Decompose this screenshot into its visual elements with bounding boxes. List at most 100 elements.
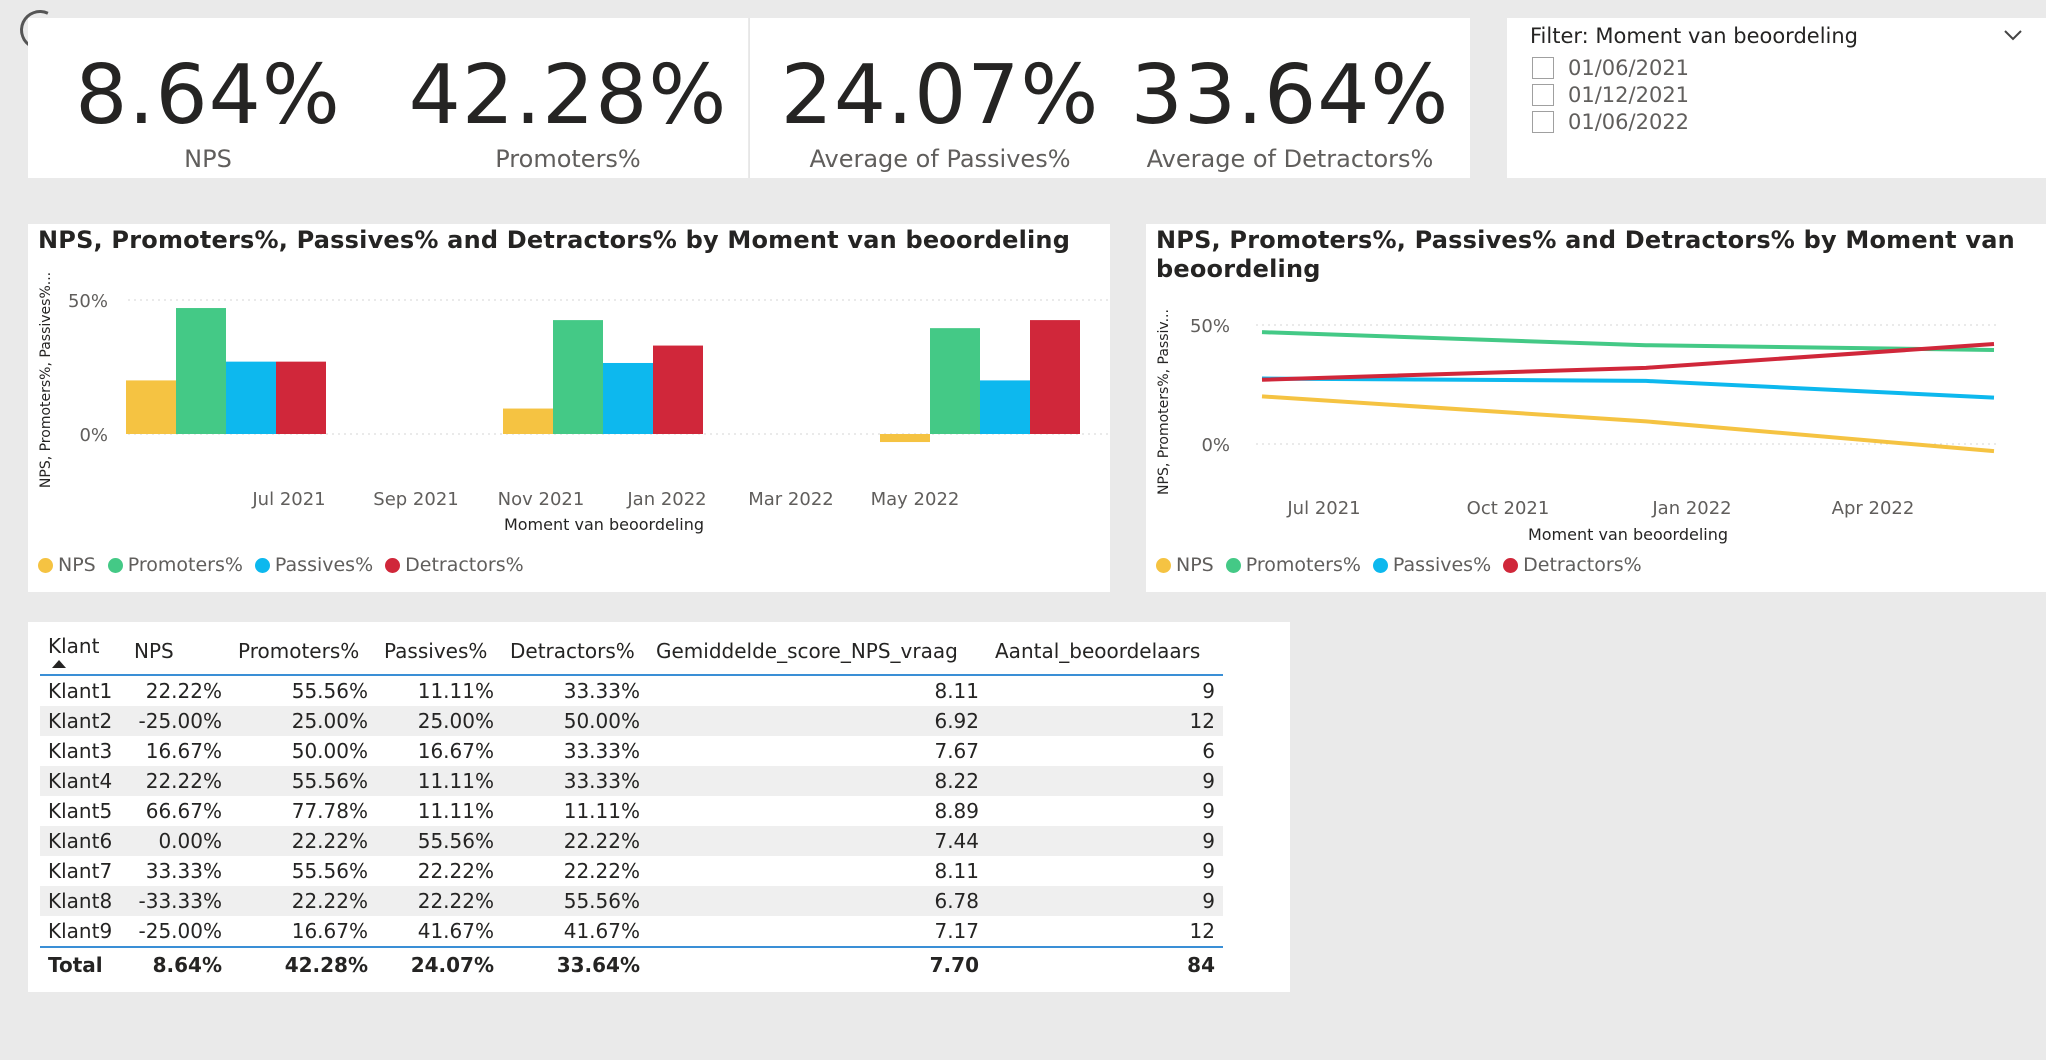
bar-detractors[interactable] bbox=[653, 345, 703, 434]
table-cell: 55.56% bbox=[502, 886, 648, 916]
kpi-value: 42.28% bbox=[408, 48, 728, 143]
table-cell: 9 bbox=[1202, 799, 1215, 823]
col-header-promoters[interactable]: Promoters% bbox=[230, 628, 376, 676]
filter-option-label: 01/06/2022 bbox=[1568, 110, 1690, 134]
table-cell: 16.67% bbox=[145, 739, 222, 763]
legend-item-detractors[interactable]: Detractors% bbox=[1503, 554, 1642, 576]
table-cell: 41.67% bbox=[417, 919, 494, 943]
y-tick-label: 50% bbox=[68, 291, 108, 312]
x-tick-label: Nov 2021 bbox=[498, 489, 585, 510]
legend-item-passives[interactable]: Passives% bbox=[1372, 554, 1491, 576]
table-cell: Klant1 bbox=[48, 679, 113, 703]
table-cell: 9 bbox=[987, 826, 1223, 856]
bar-passives[interactable] bbox=[603, 362, 653, 434]
legend-item-passives[interactable]: Passives% bbox=[254, 554, 373, 576]
table-cell: 84 bbox=[987, 946, 1223, 982]
filter-option[interactable]: 01/12/2021 bbox=[1532, 83, 1689, 107]
legend-item-promoters[interactable]: Promoters% bbox=[1225, 554, 1361, 576]
col-header-aantal-beoordelaars[interactable]: Aantal_beoordelaars bbox=[987, 628, 1223, 676]
table-cell: 77.78% bbox=[291, 799, 368, 823]
table-cell: 9 bbox=[1202, 859, 1215, 883]
table-cell: 6 bbox=[1202, 739, 1215, 763]
kpi-detractors[interactable]: 33.64% Average of Detractors% bbox=[1120, 55, 1460, 174]
bar-nps[interactable] bbox=[880, 434, 930, 443]
bar-promoters[interactable] bbox=[553, 320, 603, 434]
checkbox[interactable] bbox=[1532, 84, 1554, 106]
legend-item-promoters[interactable]: Promoters% bbox=[107, 554, 243, 576]
col-header-nps[interactable]: NPS bbox=[126, 628, 230, 676]
table-cell: 7.44 bbox=[648, 826, 987, 856]
legend-dot bbox=[38, 557, 53, 573]
line-chart[interactable]: 0% 50% NPS, Promoters%, Passiv... Jul 2021 O… bbox=[1146, 290, 2046, 550]
x-tick-label: Jul 2021 bbox=[251, 489, 325, 510]
table-cell: 6.78 bbox=[648, 886, 987, 916]
legend-item-nps[interactable]: NPS bbox=[38, 554, 96, 576]
bar-passives[interactable] bbox=[226, 361, 276, 434]
legend-label: Promoters% bbox=[1245, 554, 1361, 576]
checkbox[interactable] bbox=[1532, 111, 1554, 133]
bar-detractors[interactable] bbox=[1030, 320, 1080, 434]
table-row[interactable]: Klant1 22.22% 55.56% 11.11% 33.33% 8.11 9 bbox=[40, 675, 1223, 706]
x-tick-label: Jan 2022 bbox=[1651, 498, 1731, 519]
table-row[interactable]: Klant8 -33.33% 22.22% 22.22% 55.56% 6.78 9 bbox=[40, 886, 1223, 916]
kpi-label: NPS bbox=[184, 145, 232, 173]
bar-nps[interactable] bbox=[503, 408, 553, 434]
table-row[interactable]: Klant7 33.33% 55.56% 22.22% 22.22% 8.11 9 bbox=[40, 856, 1223, 886]
table-cell: 7.67 bbox=[934, 739, 979, 763]
bar-detractors[interactable] bbox=[276, 361, 326, 434]
chevron-down-icon[interactable] bbox=[2000, 22, 2026, 48]
kpi-value: 8.64% bbox=[75, 48, 341, 143]
table-row[interactable]: Klant9 -25.00% 16.67% 41.67% 41.67% 7.17 12 bbox=[40, 916, 1223, 947]
bar-chart-legend: NPS Promoters% Passives% Detractors% bbox=[38, 554, 524, 576]
bar-promoters[interactable] bbox=[176, 308, 226, 434]
table-row[interactable]: Klant3 16.67% 50.00% 16.67% 33.33% 7.67 6 bbox=[40, 736, 1223, 766]
line-nps[interactable] bbox=[1261, 394, 1995, 454]
col-header-detractors[interactable]: Detractors% bbox=[502, 628, 648, 676]
table-cell: 24.07% bbox=[376, 946, 502, 982]
legend-item-detractors[interactable]: Detractors% bbox=[385, 554, 524, 576]
table-cell: 9 bbox=[987, 766, 1223, 796]
legend-dot bbox=[1503, 557, 1519, 573]
filter-option-label: 01/06/2021 bbox=[1568, 56, 1690, 80]
table-row[interactable]: Klant4 22.22% 55.56% 11.11% 33.33% 8.22 9 bbox=[40, 766, 1223, 796]
table-cell: 50.00% bbox=[502, 706, 648, 736]
bar-chart[interactable]: 0% 50% NPS, Promoters%, Passives%... Jul 20… bbox=[28, 262, 1110, 562]
kpi-passives[interactable]: 24.07% Average of Passives% bbox=[770, 55, 1110, 174]
table-cell: 8.11 bbox=[934, 679, 979, 703]
filter-option[interactable]: 01/06/2021 bbox=[1532, 56, 1689, 80]
table-row[interactable]: Klant2 -25.00% 25.00% 25.00% 50.00% 6.92 12 bbox=[40, 706, 1223, 736]
y-tick-label: 50% bbox=[1190, 316, 1230, 337]
legend-item-nps[interactable]: NPS bbox=[1156, 554, 1214, 576]
col-header-passives[interactable]: Passives% bbox=[376, 628, 502, 676]
table-cell: 9 bbox=[1202, 679, 1215, 703]
bar-passives[interactable] bbox=[980, 380, 1030, 434]
table-cell: Klant2 bbox=[40, 706, 126, 736]
table-cell: 8.11 bbox=[934, 859, 979, 883]
kpi-label: Average of Detractors% bbox=[1146, 145, 1434, 173]
table-cell: 12 bbox=[1189, 919, 1215, 943]
table-cell: 22.22% bbox=[126, 766, 230, 796]
col-header-gemiddelde-score[interactable]: Gemiddelde_score_NPS_vraag bbox=[648, 628, 987, 676]
checkbox[interactable] bbox=[1532, 57, 1554, 79]
kpi-nps[interactable]: 8.64% NPS bbox=[48, 48, 368, 174]
bar-nps[interactable] bbox=[126, 380, 176, 434]
table-row[interactable]: Klant5 66.67% 77.78% 11.11% 11.11% 8.89 9 bbox=[40, 796, 1223, 826]
col-header-klant[interactable]: Klant bbox=[40, 628, 126, 676]
y-tick-label: 0% bbox=[79, 425, 108, 446]
table-header-row: Klant NPS Promoters% Passives% Detractor… bbox=[40, 628, 1223, 676]
table-cell: 66.67% bbox=[145, 799, 222, 823]
filter-option[interactable]: 01/06/2022 bbox=[1532, 110, 1689, 134]
legend-dot bbox=[107, 557, 123, 573]
table-cell: 22.22% bbox=[563, 859, 640, 883]
table-total-row[interactable]: Total 8.64% 42.28% 24.07% 33.64% 7.70 84 bbox=[40, 946, 1223, 982]
line-promoters[interactable] bbox=[1261, 330, 1995, 352]
sort-ascending-icon[interactable] bbox=[52, 660, 66, 668]
bar-promoters[interactable] bbox=[930, 328, 980, 434]
table-cell: 11.11% bbox=[417, 799, 494, 823]
kpi-promoters[interactable]: 42.28% Promoters% bbox=[398, 48, 738, 174]
line-passives[interactable] bbox=[1261, 376, 1995, 400]
x-tick-label: Jul 2021 bbox=[1286, 498, 1360, 519]
table-cell: Klant9 bbox=[48, 919, 113, 943]
table-row[interactable]: Klant6 0.00% 22.22% 55.56% 22.22% 7.44 9 bbox=[40, 826, 1223, 856]
x-tick-label: Oct 2021 bbox=[1467, 498, 1550, 519]
